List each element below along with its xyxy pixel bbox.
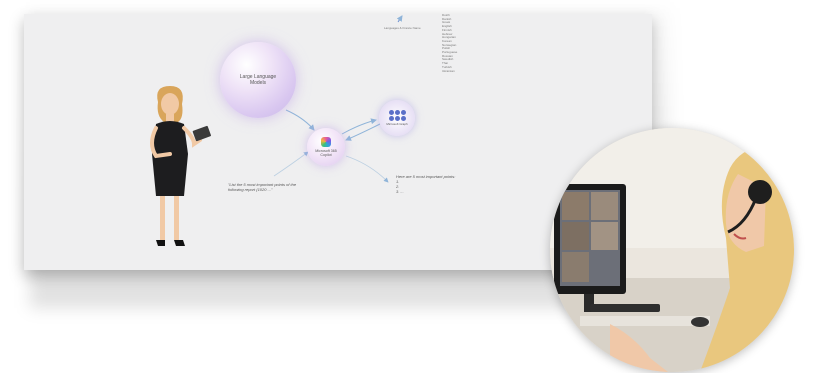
llm-label: Large Language Models: [239, 74, 277, 86]
arrow-copilot-to-graph: [341, 118, 377, 135]
copilot-bubble: Microsoft 365 Copilot: [307, 128, 345, 166]
answer-line-3: 3. ...: [396, 189, 404, 194]
arrow-icon: [396, 15, 403, 23]
graph-bubble: Microsoft Graph: [379, 100, 415, 136]
presenter-photo: [550, 128, 794, 372]
arrow-copilot-to-answer: [345, 155, 389, 183]
arrow-prompt-to-copilot: [273, 151, 309, 177]
copilot-label: Microsoft 365 Copilot: [315, 148, 337, 157]
arrow-llm-to-copilot: [285, 109, 315, 131]
graph-dots-icon: [388, 110, 406, 121]
presenter-illustration: [150, 86, 211, 246]
languages-label: Languages & France Name: [384, 26, 421, 30]
headset-icon: [748, 180, 772, 204]
llm-bubble: Large Language Models: [220, 42, 296, 118]
copilot-logo-icon: [321, 136, 331, 147]
graph-label: Microsoft Graph: [386, 122, 408, 126]
mouse: [691, 317, 709, 327]
keyboard: [590, 304, 660, 312]
answer-block: Here are 5 most important points: 1. 2. …: [396, 174, 476, 194]
presenter-photo-scene: [550, 128, 794, 372]
languages-list: Dutch Danish Greek English Finnish Hebrew Hung…: [442, 14, 457, 73]
arrow-graph-to-copilot: [345, 123, 381, 141]
language-item: Ukrainian: [442, 68, 455, 73]
prompt-text: "List the 5 most important points of the…: [228, 182, 297, 192]
